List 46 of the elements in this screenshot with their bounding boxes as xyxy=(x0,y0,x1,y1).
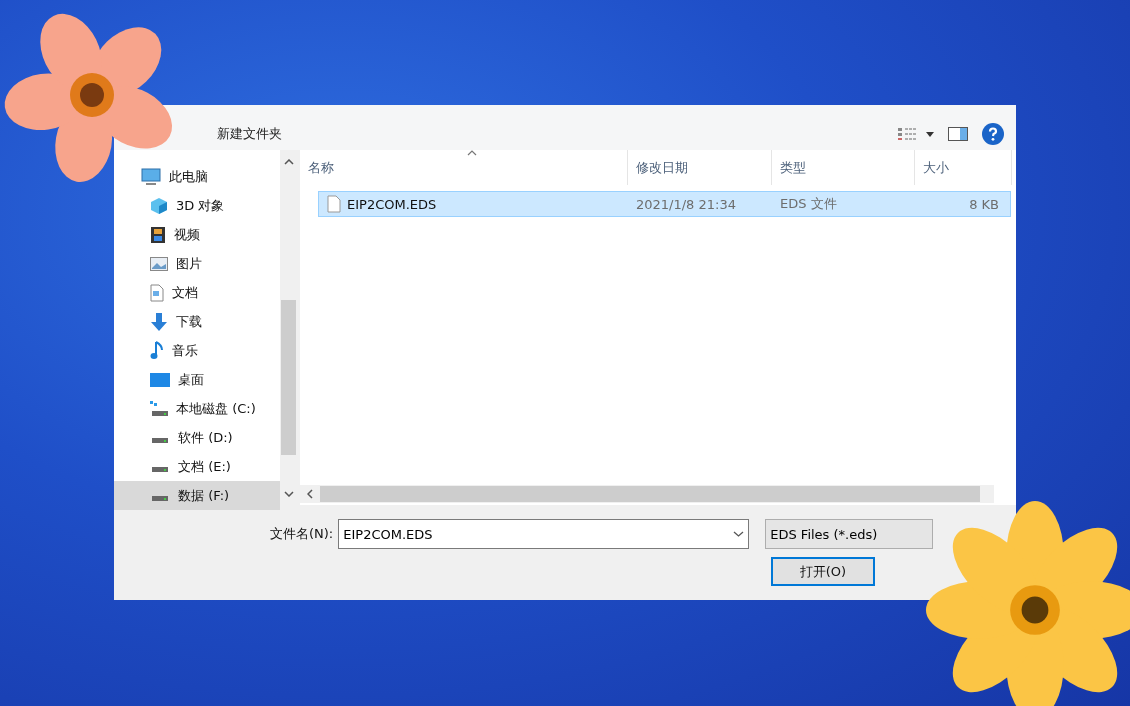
music-note-icon xyxy=(150,340,164,361)
drive-icon xyxy=(152,496,168,501)
film-icon xyxy=(150,225,166,244)
nav-item[interactable]: 文档 (E:) xyxy=(114,452,280,481)
cube-icon xyxy=(150,196,168,215)
chevron-down-icon[interactable] xyxy=(733,531,745,537)
drive-icon xyxy=(152,467,168,472)
nav-item[interactable]: 本地磁盘 (C:) xyxy=(114,394,280,423)
nav-item[interactable]: 文档 xyxy=(114,278,280,307)
nav-item[interactable]: 音乐 xyxy=(114,336,280,365)
vertical-scrollbar[interactable] xyxy=(280,150,297,505)
file-icon xyxy=(327,195,341,213)
document-icon xyxy=(150,283,164,302)
column-header[interactable]: 大小 xyxy=(915,150,1012,185)
down-arrow-icon xyxy=(150,311,168,332)
drive-icon xyxy=(152,438,168,443)
nav-item[interactable]: 下载 xyxy=(114,307,280,336)
new-folder-button[interactable]: 新建文件夹 xyxy=(217,124,884,143)
help-icon[interactable] xyxy=(982,122,1004,145)
file-date: 2021/1/8 21:34 xyxy=(635,196,737,212)
picture-icon xyxy=(150,256,168,271)
view-list-icon[interactable] xyxy=(898,126,934,141)
filename-field[interactable]: EIP2COM.EDS xyxy=(338,519,750,549)
nav-item[interactable]: 3D 对象 xyxy=(114,191,280,220)
file-name: EIP2COM.EDS xyxy=(347,196,437,212)
nav-item[interactable]: 软件 (D:) xyxy=(114,423,280,452)
horizontal-scrollbar[interactable] xyxy=(300,485,994,503)
column-header[interactable]: 名称 xyxy=(300,150,628,185)
column-header[interactable]: 修改日期 xyxy=(628,150,772,185)
nav-item[interactable]: 桌面 xyxy=(114,365,280,394)
column-header[interactable]: 类型 xyxy=(772,150,915,185)
nav-item[interactable]: 数据 (F:) xyxy=(114,481,280,510)
file-row[interactable]: EIP2COM.EDS 2021/1/8 21:34 EDS 文件 8 KB xyxy=(318,191,1011,217)
file-type: EDS 文件 xyxy=(779,195,838,213)
preview-pane-icon[interactable] xyxy=(948,126,968,141)
file-type-dropdown[interactable]: EDS Files (*.eds) xyxy=(765,519,934,549)
file-size: 8 KB xyxy=(968,196,1000,212)
desktop-icon xyxy=(150,371,170,388)
computer-icon xyxy=(141,167,161,186)
drive-icon xyxy=(150,401,168,416)
nav-item[interactable]: 视频 xyxy=(114,220,280,249)
sort-caret-icon xyxy=(467,150,477,156)
nav-item[interactable]: 图片 xyxy=(114,249,280,278)
open-button[interactable]: 打开(O) xyxy=(771,557,875,586)
nav-item[interactable]: 此电脑 xyxy=(114,162,280,191)
filename-label: 文件名(N): xyxy=(270,525,334,543)
